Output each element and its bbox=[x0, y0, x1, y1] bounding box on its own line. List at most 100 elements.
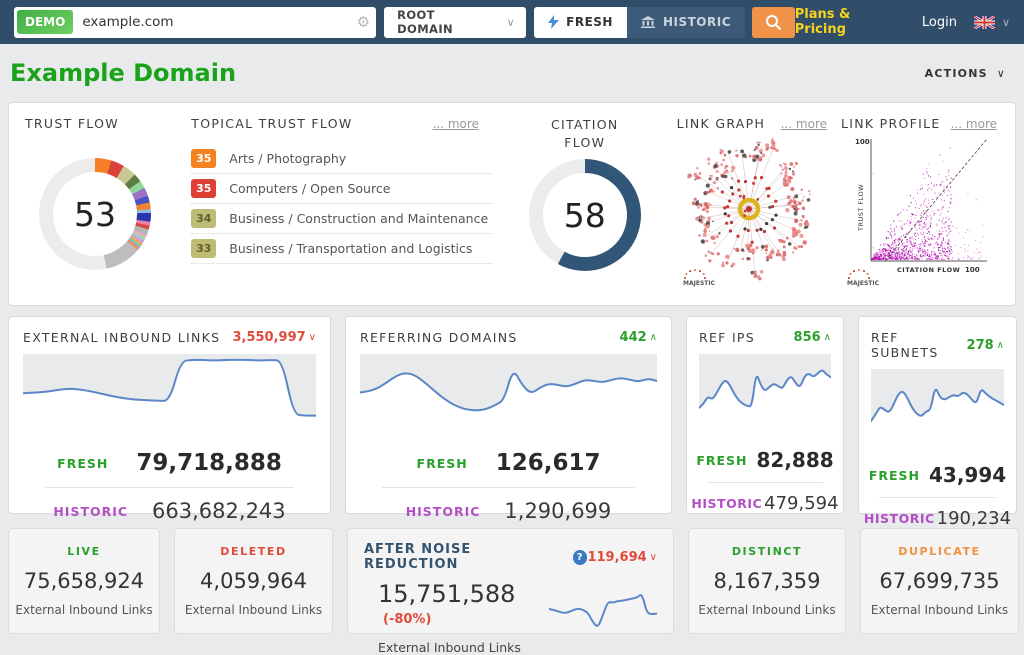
link-graph-more-link[interactable]: ... more bbox=[781, 117, 827, 131]
delta-value[interactable]: 119,694∨ bbox=[587, 550, 657, 565]
trust-flow-value: 53 bbox=[74, 195, 116, 234]
root-domain-label: ROOT DOMAIN bbox=[397, 8, 495, 36]
card-value: 75,658,924 bbox=[9, 569, 159, 593]
page-header: Example Domain ACTIONS ∨ bbox=[0, 44, 1024, 102]
after-noise-reduction-card: AFTER NOISE REDUCTION ? 119,694∨ 15,751,… bbox=[347, 528, 674, 634]
language-selector[interactable]: ∨ bbox=[974, 16, 1010, 29]
historic-label: HISTORIC bbox=[53, 504, 128, 519]
topical-row[interactable]: 35 Arts / Photography bbox=[191, 144, 493, 174]
delta-value[interactable]: 856∧ bbox=[794, 330, 831, 345]
historic-index-button[interactable]: HISTORIC bbox=[627, 7, 745, 38]
topic-score-badge: 35 bbox=[191, 149, 216, 168]
card-subtitle: External Inbound Links bbox=[689, 603, 845, 617]
delta-value[interactable]: 278∧ bbox=[967, 338, 1004, 353]
historic-label: HISTORIC bbox=[691, 496, 762, 511]
ref-subnets-card: REF SUBNETS 278∧ FRESH43,994 HISTORIC190… bbox=[858, 316, 1017, 514]
card-label: LIVE bbox=[9, 545, 159, 558]
topic-name: Business / Construction and Maintenance bbox=[229, 211, 488, 226]
divider bbox=[879, 497, 996, 498]
actions-dropdown[interactable]: ACTIONS ∨ bbox=[925, 67, 1006, 80]
card-subtitle: External Inbound Links bbox=[9, 603, 159, 617]
svg-text:100: 100 bbox=[855, 138, 870, 146]
chevron-down-icon: ∨ bbox=[997, 67, 1006, 80]
fresh-value: 82,888 bbox=[757, 448, 834, 472]
citation-flow-label: CITATION FLOW bbox=[535, 116, 635, 151]
sparkline-chart bbox=[23, 354, 316, 426]
chevron-up-icon: ∧ bbox=[824, 332, 831, 343]
sparkline-chart bbox=[549, 580, 657, 640]
card-title: REFERRING DOMAINS bbox=[360, 330, 518, 345]
chevron-up-icon: ∧ bbox=[650, 332, 657, 343]
divider bbox=[707, 482, 823, 483]
svg-text:MAJESTIC: MAJESTIC bbox=[847, 280, 880, 287]
topic-score-badge: 33 bbox=[191, 239, 216, 258]
fresh-label: FRESH bbox=[57, 456, 108, 471]
link-graph-section: LINK GRAPH ... more MAJESTIC bbox=[677, 116, 841, 305]
referring-domains-card: REFERRING DOMAINS 442∧ FRESH126,617 HIST… bbox=[345, 316, 672, 514]
bank-icon bbox=[641, 16, 655, 28]
bottom-row: LIVE 75,658,924 External Inbound Links D… bbox=[8, 528, 1016, 634]
card-value: 4,059,964 bbox=[175, 569, 332, 593]
live-links-card: LIVE 75,658,924 External Inbound Links bbox=[8, 528, 160, 634]
card-subtitle: External Inbound Links bbox=[861, 603, 1018, 617]
card-title: REF SUBNETS bbox=[871, 330, 967, 360]
sparkline-chart bbox=[360, 354, 657, 426]
svg-text:CITATION FLOW: CITATION FLOW bbox=[897, 266, 960, 274]
topic-name: Arts / Photography bbox=[229, 151, 346, 166]
nav-right: Plans & Pricing Login ∨ bbox=[795, 7, 1010, 37]
historic-value: 663,682,243 bbox=[152, 499, 286, 523]
topical-row[interactable]: 35 Computers / Open Source bbox=[191, 174, 493, 204]
historic-index-label: HISTORIC bbox=[663, 15, 731, 29]
card-label: DISTINCT bbox=[689, 545, 845, 558]
plans-pricing-link[interactable]: Plans & Pricing bbox=[795, 7, 905, 37]
citation-flow-section: CITATION FLOW 58 bbox=[493, 116, 677, 305]
fresh-index-button[interactable]: FRESH bbox=[534, 7, 627, 38]
fresh-label: FRESH bbox=[417, 456, 468, 471]
card-value: 67,699,735 bbox=[861, 569, 1018, 593]
chevron-down-icon: ∨ bbox=[650, 552, 657, 563]
card-label: DUPLICATE bbox=[861, 545, 1018, 558]
historic-label: HISTORIC bbox=[864, 511, 935, 526]
link-profile-label: LINK PROFILE bbox=[841, 116, 941, 131]
topic-name: Computers / Open Source bbox=[229, 181, 390, 196]
chevron-down-icon: ∨ bbox=[1002, 16, 1010, 29]
chevron-up-icon: ∧ bbox=[997, 340, 1004, 351]
duplicate-links-card: DUPLICATE 67,699,735 External Inbound Li… bbox=[860, 528, 1019, 634]
divider bbox=[382, 487, 635, 488]
page-title: Example Domain bbox=[10, 59, 236, 87]
metrics-row: EXTERNAL INBOUND LINKS 3,550,997∨ FRESH7… bbox=[8, 316, 1016, 514]
topical-more-link[interactable]: ... more bbox=[433, 117, 479, 131]
citation-flow-value: 58 bbox=[564, 196, 606, 235]
link-profile-scatter-chart[interactable]: 100100TRUST FLOWCITATION FLOWMAJESTIC bbox=[841, 131, 999, 289]
search-icon bbox=[765, 14, 782, 31]
link-profile-more-link[interactable]: ... more bbox=[951, 117, 997, 131]
root-domain-dropdown[interactable]: ROOT DOMAIN ∨ bbox=[384, 7, 526, 38]
index-toggle: FRESH HISTORIC bbox=[534, 7, 745, 38]
historic-label: HISTORIC bbox=[406, 504, 481, 519]
card-label: DELETED bbox=[175, 545, 332, 558]
percentage-change: (-80%) bbox=[383, 612, 431, 627]
fresh-index-label: FRESH bbox=[566, 15, 613, 29]
top-nav: DEMO ⚙ ROOT DOMAIN ∨ FRESH HISTORIC Plan… bbox=[0, 0, 1024, 44]
login-link[interactable]: Login bbox=[922, 15, 957, 30]
topic-name: Business / Transportation and Logistics bbox=[229, 241, 472, 256]
fresh-label: FRESH bbox=[696, 453, 747, 468]
delta-value[interactable]: 442∧ bbox=[620, 330, 657, 345]
demo-badge: DEMO bbox=[17, 10, 73, 34]
topical-row[interactable]: 33 Business / Transportation and Logisti… bbox=[191, 234, 493, 264]
svg-text:TRUST FLOW: TRUST FLOW bbox=[857, 184, 865, 232]
delta-value[interactable]: 3,550,997∨ bbox=[232, 330, 316, 345]
svg-text:MAJESTIC: MAJESTIC bbox=[683, 280, 716, 287]
search-button[interactable] bbox=[752, 7, 795, 38]
gear-icon[interactable]: ⚙ bbox=[357, 15, 370, 30]
card-value: 15,751,588 bbox=[378, 580, 515, 608]
historic-value: 190,234 bbox=[937, 508, 1011, 529]
domain-search-input[interactable] bbox=[73, 14, 356, 30]
overview-card: TRUST FLOW 53 TOPICAL TRUST FLOW ... mor… bbox=[8, 102, 1016, 306]
card-value: 8,167,359 bbox=[689, 569, 845, 593]
help-icon[interactable]: ? bbox=[573, 550, 588, 565]
card-title: REF IPS bbox=[699, 330, 755, 345]
link-graph-visualization[interactable]: MAJESTIC bbox=[677, 131, 835, 291]
lightning-icon bbox=[548, 15, 559, 29]
topical-row[interactable]: 34 Business / Construction and Maintenan… bbox=[191, 204, 493, 234]
